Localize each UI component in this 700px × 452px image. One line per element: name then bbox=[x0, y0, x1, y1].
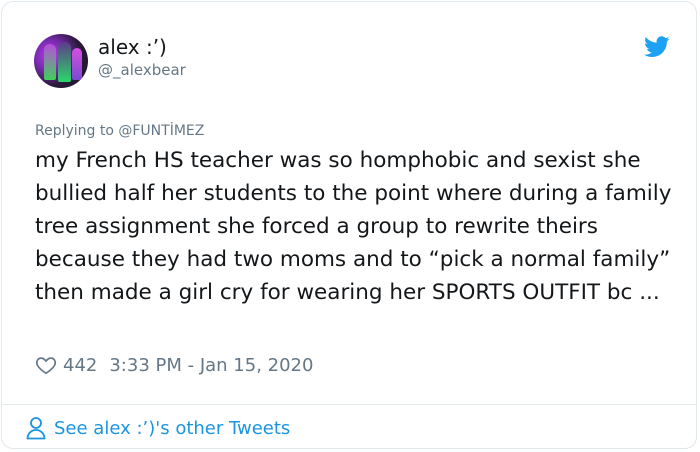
see-other-tweets-label: See alex :’)'s other Tweets bbox=[54, 417, 291, 439]
replying-to[interactable]: Replying to @FUNTİMEZ bbox=[35, 122, 204, 140]
avatar-figure bbox=[44, 44, 56, 80]
divider bbox=[2, 404, 696, 405]
avatar-figure bbox=[58, 42, 71, 82]
tweet-card: alex :’) @_alexbear Replying to @FUNTİME… bbox=[1, 1, 697, 449]
like-count: 442 bbox=[63, 354, 98, 376]
display-name[interactable]: alex :’) bbox=[98, 35, 167, 59]
heart-icon[interactable] bbox=[35, 354, 57, 376]
see-other-tweets-link[interactable]: See alex :’)'s other Tweets bbox=[26, 416, 290, 440]
person-icon bbox=[26, 417, 46, 440]
avatar-figure bbox=[72, 48, 82, 80]
user-handle[interactable]: @_alexbear bbox=[98, 60, 186, 80]
tweet-meta: 442 3:33 PM - Jan 15, 2020 bbox=[35, 352, 313, 378]
tweet-text: my French HS teacher was so homphobic an… bbox=[35, 148, 672, 305]
tweet-timestamp[interactable]: 3:33 PM - Jan 15, 2020 bbox=[109, 355, 313, 376]
twitter-bird-icon[interactable] bbox=[644, 36, 670, 58]
avatar[interactable] bbox=[34, 34, 88, 88]
